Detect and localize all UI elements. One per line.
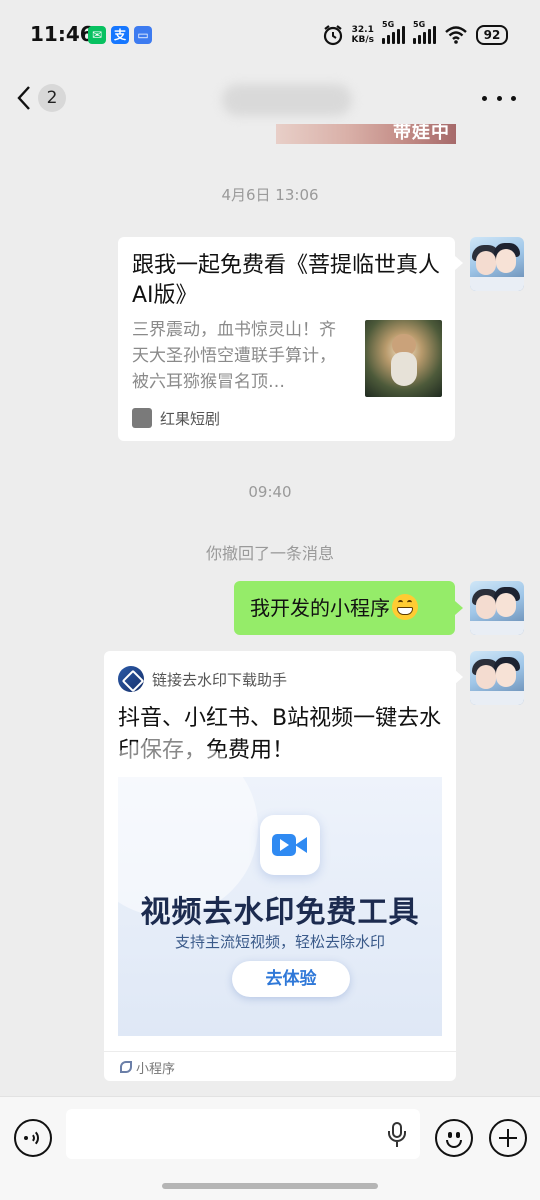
shared-link-card[interactable]: 跟我一起免费看《菩提临世真人AI版》 三界震动，血书惊灵山！齐天大圣孙悟空遭联手… [118,237,455,441]
chat-header: 2 [0,72,540,124]
mini-program-footer: 小程序 [120,1057,175,1077]
mini-program-logo-icon [118,666,144,692]
image-text: 带娃中 [393,124,450,143]
bubble-tail [455,601,463,615]
source-name: 红果短剧 [160,409,221,428]
signal-icon-2: 5G [413,20,436,44]
user-avatar[interactable] [470,581,524,635]
wechat-icon: ✉ [88,26,106,44]
mini-program-label: 小程序 [136,1061,176,1077]
wifi-icon [445,26,467,44]
mini-program-card[interactable]: 链接去水印下载助手 抖音、小红书、B站视频一键去水印保存，免费用！ 视频去水印免… [104,651,456,1081]
message-timestamp: 09:40 [248,483,292,501]
mini-program-icon [120,1061,132,1073]
status-indicators: 32.1 KB/s 5G 5G 92 [322,20,508,48]
unread-count-badge: 2 [38,84,66,112]
message-timestamp: 4月6日 13:06 [221,186,319,204]
bubble-tail [455,670,463,684]
link-description: 三界震动，血书惊灵山！齐天大圣孙悟空遭联手算计，被六耳猕猴冒名顶… [132,320,336,392]
alipay-icon: 支 [111,26,129,44]
signal-icon: 5G [382,20,405,44]
mini-program-header: 链接去水印下载助手 [118,665,287,693]
divider [104,1051,456,1052]
alarm-icon [323,25,342,46]
banner-title: 视频去水印免费工具 [140,895,420,930]
back-button[interactable]: 2 [16,80,76,116]
emoji-button[interactable] [435,1119,473,1157]
microphone-icon[interactable] [388,1122,406,1148]
network-speed: 32.1 KB/s [351,25,374,45]
voice-input-button[interactable] [14,1119,52,1157]
message-icon: ▭ [134,26,152,44]
user-avatar[interactable] [470,651,524,705]
sent-text-message[interactable]: 我开发的小程序 [234,581,455,635]
video-camera-icon [260,815,320,875]
try-it-button[interactable]: 去体验 [232,961,350,997]
link-source: 红果短剧 [132,407,220,429]
source-app-icon [132,408,152,428]
link-thumbnail [365,320,442,397]
more-dot [496,95,502,101]
previous-image-message[interactable]: 带娃中 [276,124,456,144]
chevron-left-icon [17,86,30,110]
more-dot [482,95,487,101]
chat-title-blurred [222,84,352,116]
banner-subtitle: 支持主流短视频，轻松去除水印 [174,933,385,951]
more-functions-button[interactable] [489,1119,527,1157]
more-dot [511,95,516,101]
mini-program-name: 链接去水印下载助手 [152,670,288,689]
status-bar: 11:46 ✉ 支 ▭ 32.1 KB/s 5G 5G 92 [0,0,540,72]
home-indicator[interactable] [162,1183,378,1189]
link-title: 跟我一起免费看《菩提临世真人AI版》 [132,253,441,308]
grin-emoji-icon [392,594,418,620]
recall-notice: 你撤回了一条消息 [205,544,334,563]
status-time: 11:46 [30,22,94,46]
bubble-tail [455,256,463,270]
user-avatar[interactable] [470,237,524,291]
battery-indicator: 92 [476,25,508,45]
message-input[interactable] [66,1109,420,1159]
more-options-button[interactable] [482,86,516,110]
message-text: 我开发的小程序 [250,596,390,620]
mini-program-banner: 视频去水印免费工具 支持主流短视频，轻松去除水印 去体验 [104,737,442,1036]
